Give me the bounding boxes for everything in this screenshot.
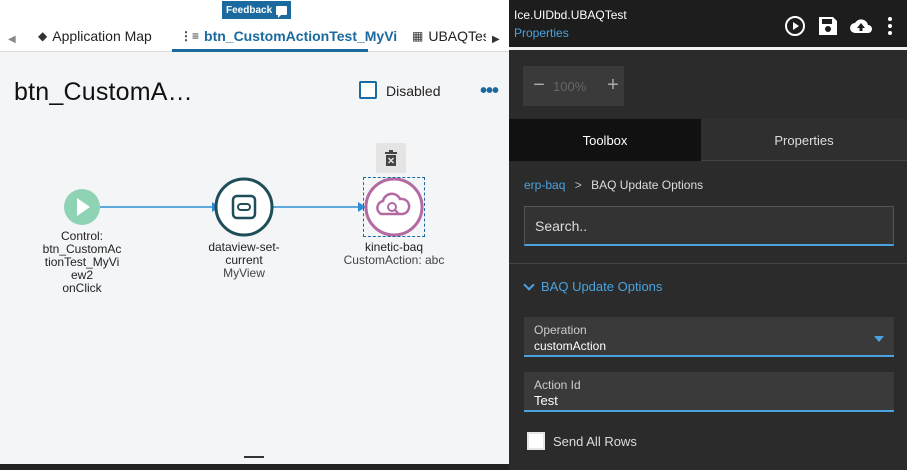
toolbox-search-input[interactable] (524, 206, 894, 246)
chevron-down-icon (523, 278, 535, 291)
chat-bubble-icon (276, 5, 288, 18)
action-id-label: Action Id (534, 378, 581, 392)
tab-scroll-left-icon[interactable]: ◀ (8, 34, 16, 45)
tab-properties[interactable]: Properties (701, 119, 907, 161)
tab-ubaqtest[interactable]: ▦ UBAQTest (412, 28, 486, 44)
zoom-level: 100% (553, 79, 587, 94)
tab-toolbox[interactable]: Toolbox (509, 119, 701, 161)
divider (509, 263, 907, 264)
panel-header: Ice.UIDbd.UBAQTest Properties (509, 0, 907, 50)
feedback-button[interactable]: Feedback (222, 1, 292, 19)
node-label-trigger: Control: btn_CustomAc tionTest_MyVi ew2 … (42, 229, 122, 295)
breadcrumb: erp-baq > BAQ Update Options (524, 178, 703, 192)
bottom-bar (0, 464, 509, 470)
send-all-rows-label: Send All Rows (553, 434, 637, 449)
breadcrumb-current: BAQ Update Options (591, 178, 704, 192)
section-title: BAQ Update Options (541, 279, 663, 294)
node-label-kinetic-baq: kinetic-baq CustomAction: abc (343, 240, 445, 267)
event-title: btn_CustomA… (14, 78, 193, 106)
breadcrumb-separator: > (574, 178, 582, 192)
more-vertical-icon[interactable] (881, 14, 899, 38)
operation-dropdown[interactable]: Operation customAction (524, 317, 894, 357)
section-header-baq-update-options[interactable]: BAQ Update Options (523, 278, 663, 294)
panel-title: Ice.UIDbd.UBAQTest (514, 8, 627, 22)
trash-icon (385, 150, 397, 166)
flow-node-dataview[interactable] (214, 177, 274, 237)
table-icon: ▦ (412, 29, 424, 43)
send-all-rows-checkbox[interactable] (527, 432, 545, 450)
run-icon[interactable] (783, 14, 807, 38)
tab-label: UBAQTest (428, 28, 486, 44)
layers-icon: ◆ (38, 29, 48, 43)
disabled-checkbox[interactable] (359, 81, 377, 99)
designer-pane: ◀ ◆ Application Map ⋮≡ btn_CustomActionT… (0, 0, 509, 470)
workflow-icon: ⋮≡ (180, 29, 200, 43)
resize-handle[interactable] (244, 456, 264, 458)
active-tab-indicator (172, 49, 368, 52)
tab-label: Application Map (52, 28, 152, 44)
flow-node-trigger[interactable] (64, 189, 100, 225)
tab-custom-action[interactable]: ⋮≡ btn_CustomActionTest_MyVi (180, 28, 397, 44)
upload-cloud-icon[interactable] (849, 14, 873, 38)
save-icon[interactable] (816, 14, 840, 38)
tab-label: btn_CustomActionTest_MyVi (204, 28, 398, 44)
node-label-dataview: dataview-set- current MyView (208, 240, 280, 280)
caret-down-icon (874, 336, 884, 342)
tab-bar: ◀ ◆ Application Map ⋮≡ btn_CustomActionT… (0, 0, 509, 52)
delete-node-button[interactable] (376, 143, 406, 173)
properties-panel: Ice.UIDbd.UBAQTest Properties − 100% + T… (509, 0, 907, 470)
tab-scroll-right-icon[interactable]: ▶ (492, 34, 500, 45)
tab-application-map[interactable]: ◆ Application Map (38, 28, 152, 44)
selected-node-outline (363, 177, 425, 237)
action-id-field[interactable]: Action Id Test (524, 372, 894, 412)
operation-label: Operation (534, 323, 587, 337)
panel-subtitle-link[interactable]: Properties (514, 26, 569, 40)
zoom-out-button[interactable]: − (529, 74, 549, 96)
feedback-label: Feedback (226, 4, 273, 16)
action-id-value: Test (534, 393, 558, 408)
disabled-label: Disabled (386, 83, 441, 99)
breadcrumb-root-link[interactable]: erp-baq (524, 178, 565, 192)
zoom-control: − 100% + (523, 66, 624, 106)
app-root: ◀ ◆ Application Map ⋮≡ btn_CustomActionT… (0, 0, 907, 470)
more-options-icon[interactable]: ••• (480, 81, 499, 101)
zoom-in-button[interactable]: + (603, 74, 623, 96)
panel-tabs: Toolbox Properties (509, 119, 907, 161)
operation-value: customAction (534, 339, 607, 353)
